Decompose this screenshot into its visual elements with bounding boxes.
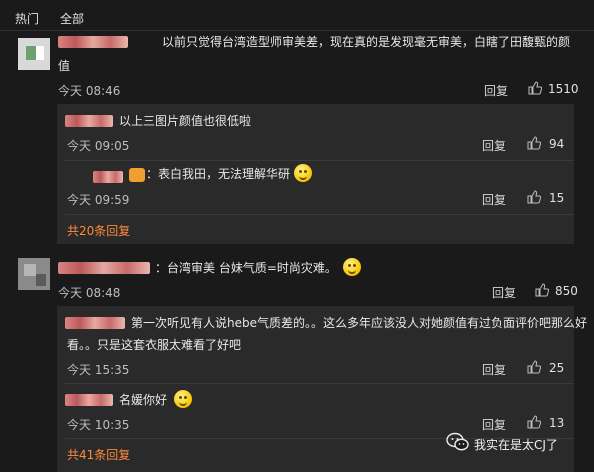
wechat-icon: [446, 432, 469, 451]
tab-all[interactable]: 全部: [60, 10, 84, 27]
username-blurred[interactable]: [93, 171, 123, 183]
avatar[interactable]: [18, 38, 50, 70]
like-count: 25: [549, 361, 565, 375]
like-count: 850: [555, 284, 578, 298]
reply-list: 以上三图片颜值也很低啦 今天 09:05 回复 94 ：表白我田，无法理解华研 …: [57, 104, 574, 244]
comment-text: 以前只觉得台湾造型师审美差，现在真的是发现毫无审美，白瞎了田馥甄的颜: [162, 35, 571, 49]
reply-button[interactable]: 回复: [492, 284, 516, 301]
tab-bar: 热门 全部: [0, 0, 594, 30]
thumbs-up-icon[interactable]: [527, 190, 541, 204]
watermark-text: 我实在是太CJ了: [474, 438, 558, 452]
emoji-icon: [174, 390, 192, 408]
comment-text: ：台湾审美 台妹气质=时尚灾难。: [155, 261, 337, 275]
reply-time: 今天 15:35: [67, 363, 130, 377]
divider: [0, 30, 594, 31]
more-replies-link[interactable]: 共41条回复: [67, 446, 130, 463]
username-blurred[interactable]: [65, 317, 125, 329]
username-blurred[interactable]: [65, 394, 113, 406]
username-blurred[interactable]: [58, 36, 128, 48]
thumbs-up-icon[interactable]: [527, 415, 541, 429]
comment-time: 今天 08:48: [58, 286, 121, 300]
reply-button[interactable]: 回复: [482, 191, 506, 208]
username-blurred[interactable]: [58, 262, 150, 274]
emoji-icon: [294, 164, 312, 182]
comment-text-cont: 值: [58, 59, 71, 73]
reply-time: 今天 10:35: [67, 418, 130, 432]
thumbs-up-icon[interactable]: [535, 283, 549, 297]
avatar[interactable]: [18, 258, 50, 290]
reply-button[interactable]: 回复: [482, 137, 506, 154]
reply-time: 今天 09:59: [67, 193, 130, 207]
reply-text: 第一次听见有人说hebe气质差的。。这么多年应该没人对她颜值有过负面评价吧那么好: [131, 316, 587, 330]
thumbs-up-icon[interactable]: [527, 136, 541, 150]
more-replies-link[interactable]: 共20条回复: [67, 222, 130, 239]
reply-button[interactable]: 回复: [484, 82, 508, 99]
thumbs-up-icon[interactable]: [527, 360, 541, 374]
reply-text: 名媛你好: [119, 393, 168, 407]
reply-text: ：表白我田，无法理解华研: [146, 167, 291, 181]
like-count: 13: [549, 416, 565, 430]
like-count: 94: [549, 137, 565, 151]
like-count: 1510: [548, 82, 579, 96]
like-count: 15: [549, 191, 565, 205]
tab-hot[interactable]: 热门: [15, 10, 39, 27]
emoji-icon: [343, 258, 361, 276]
vip-badge-icon: [129, 168, 145, 182]
username-blurred[interactable]: [65, 115, 113, 127]
reply-button[interactable]: 回复: [482, 416, 506, 433]
reply-text: 以上三图片颜值也很低啦: [119, 114, 252, 128]
thumbs-up-icon[interactable]: [528, 81, 542, 95]
reply-text-cont: 看。。只是这套衣服太难看了好吧: [67, 338, 242, 352]
comment-time: 今天 08:46: [58, 84, 121, 98]
reply-button[interactable]: 回复: [482, 361, 506, 378]
reply-time: 今天 09:05: [67, 139, 130, 153]
